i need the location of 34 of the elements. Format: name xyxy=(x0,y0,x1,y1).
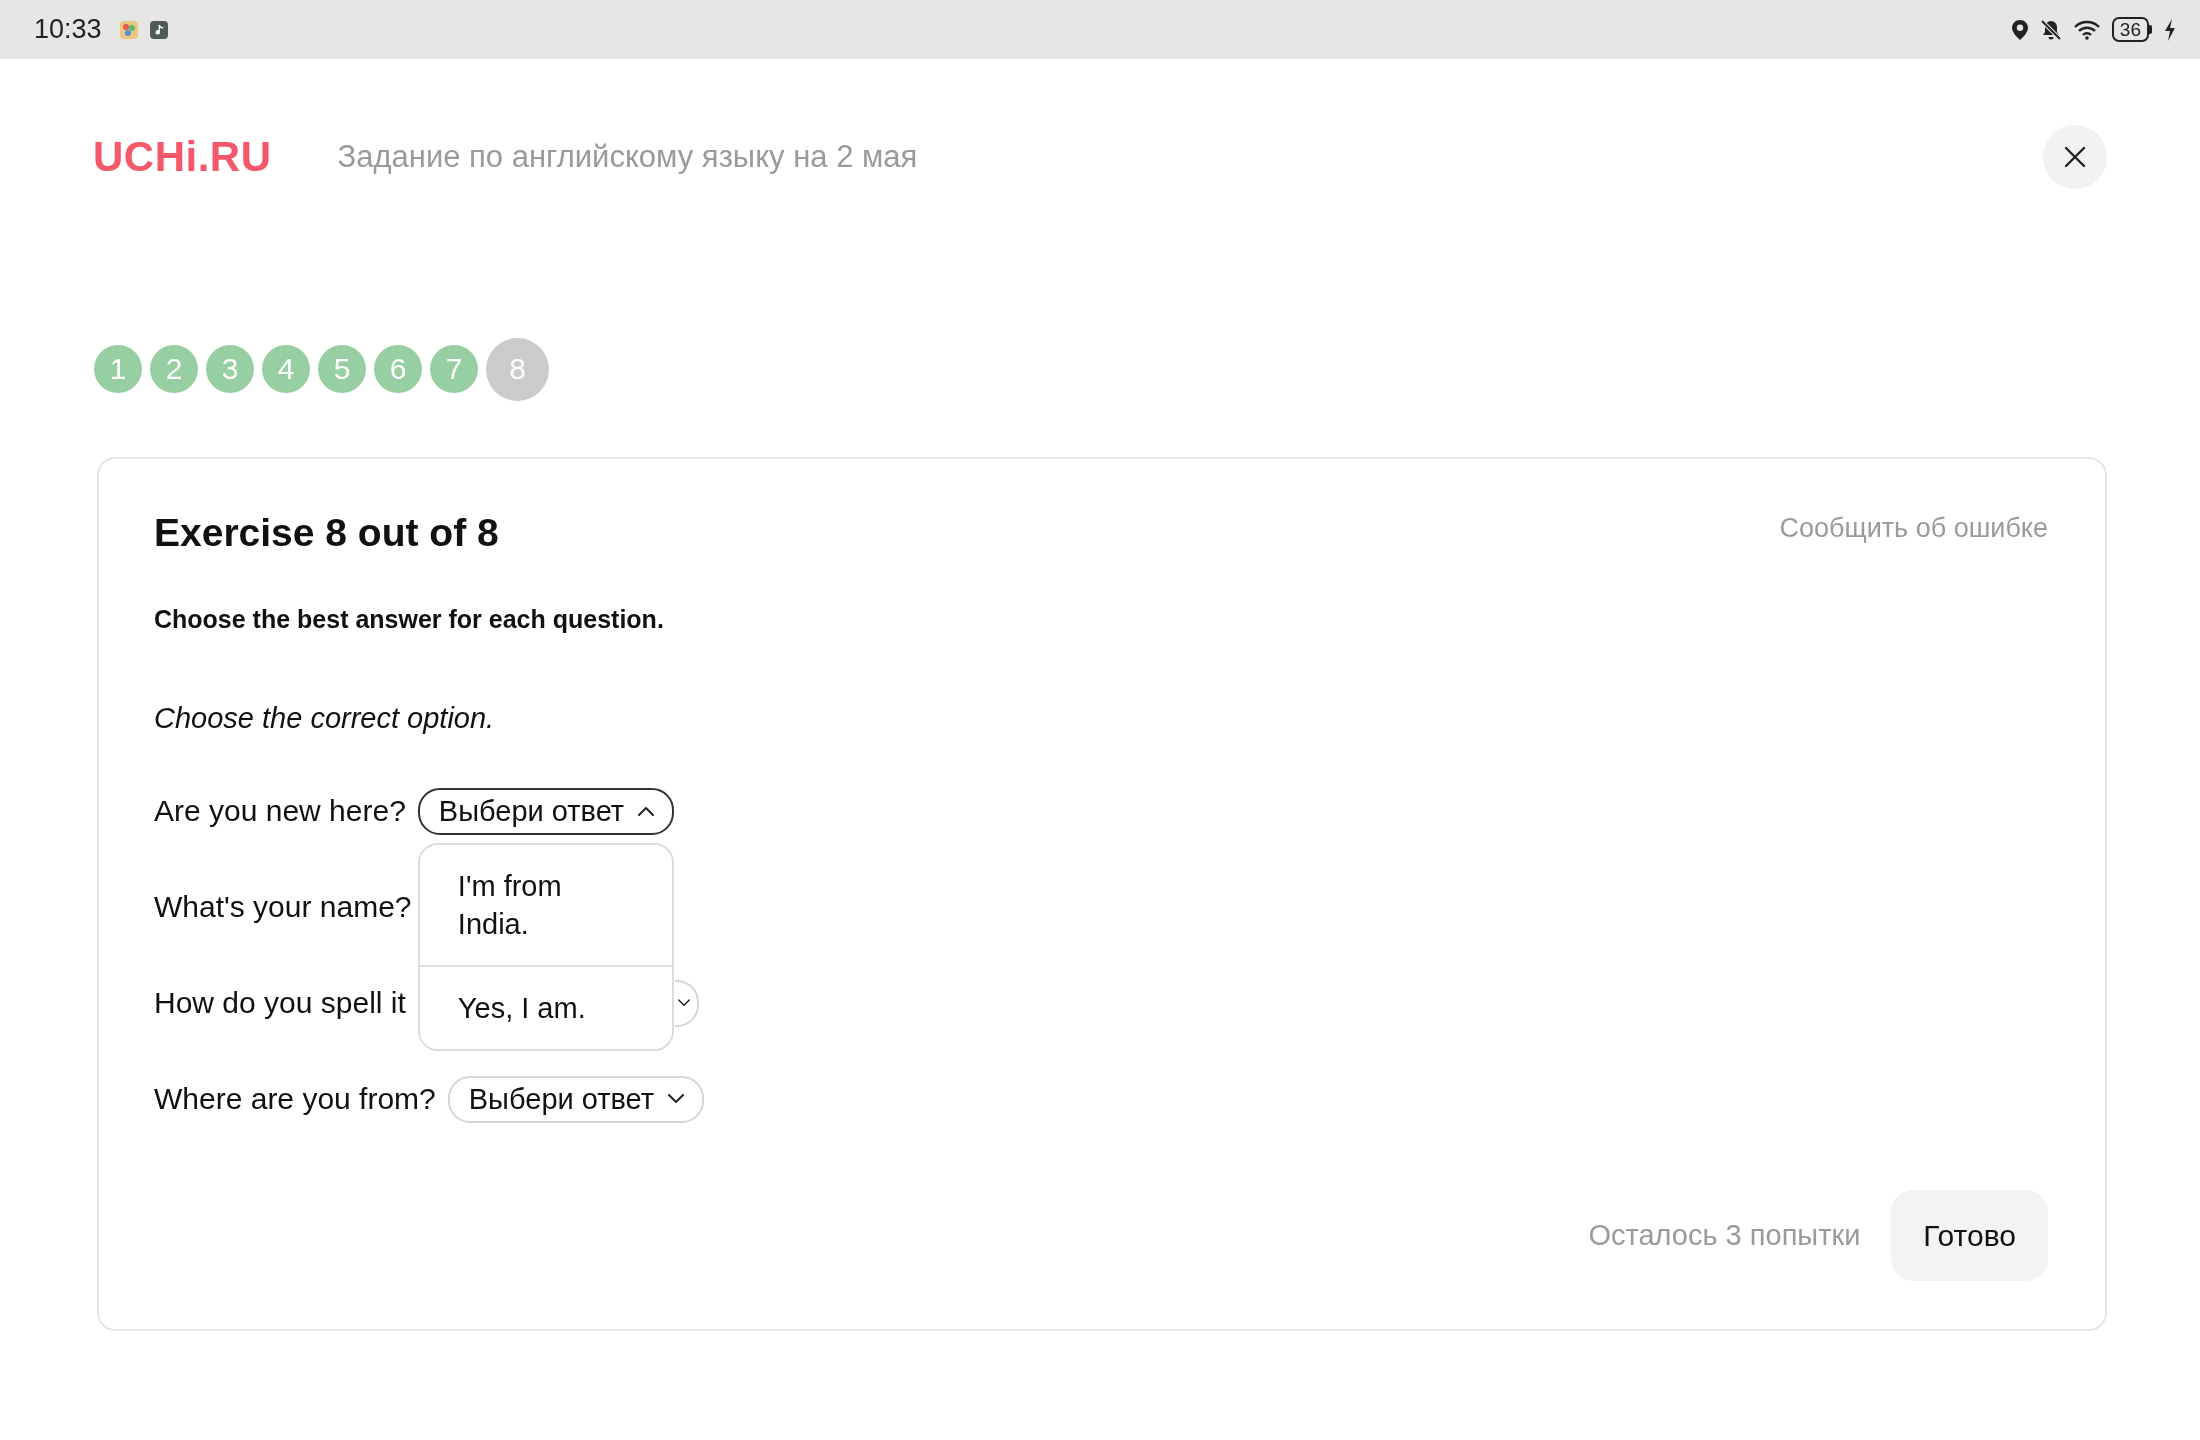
step-indicator[interactable]: 4 xyxy=(262,345,310,393)
answer-dropdown[interactable]: Выбери ответ xyxy=(447,1075,705,1123)
location-pin-icon xyxy=(2011,19,2028,40)
charging-bolt-icon xyxy=(2164,18,2176,41)
wifi-icon xyxy=(2073,19,2100,40)
muted-bell-icon xyxy=(2039,18,2062,41)
dropdown-option[interactable]: Yes, I am. xyxy=(419,964,673,1049)
close-icon xyxy=(2064,146,2086,168)
done-button[interactable]: Готово xyxy=(1891,1190,2048,1281)
chevron-icon xyxy=(677,999,690,1007)
music-note-icon xyxy=(149,20,168,39)
exercise-title: Exercise 8 out of 8 xyxy=(154,510,499,556)
question-text: Are you new here? xyxy=(154,794,406,828)
question-text: How do you spell it xyxy=(154,986,406,1020)
answer-dropdown[interactable]: Выбери ответ xyxy=(417,787,675,835)
step-indicator[interactable]: 1 xyxy=(94,345,142,393)
chevron-icon xyxy=(668,1094,685,1104)
question-text: What's your name? xyxy=(154,890,412,924)
page-title: Задание по английскому языку на 2 мая xyxy=(337,139,918,175)
step-indicator[interactable]: 3 xyxy=(206,345,254,393)
step-indicator[interactable]: 7 xyxy=(430,345,478,393)
step-indicator[interactable]: 5 xyxy=(318,345,366,393)
report-error-link[interactable]: Сообщить об ошибке xyxy=(1779,512,2048,544)
site-logo[interactable]: UCHi.RU xyxy=(93,136,272,178)
step-indicator[interactable]: 2 xyxy=(150,345,198,393)
question-text: Where are you from? xyxy=(154,1082,436,1116)
chevron-icon xyxy=(638,806,655,816)
attempts-counter: Осталось 3 попытки xyxy=(1588,1219,1861,1252)
step-indicator[interactable]: 6 xyxy=(374,345,422,393)
status-time: 10:33 xyxy=(34,14,102,45)
battery-indicator: 36 xyxy=(2111,17,2152,42)
photo-tile-icon xyxy=(119,20,138,39)
instruction-text: Choose the best answer for each question. xyxy=(154,604,665,635)
hint-text: Choose the correct option. xyxy=(154,701,496,736)
